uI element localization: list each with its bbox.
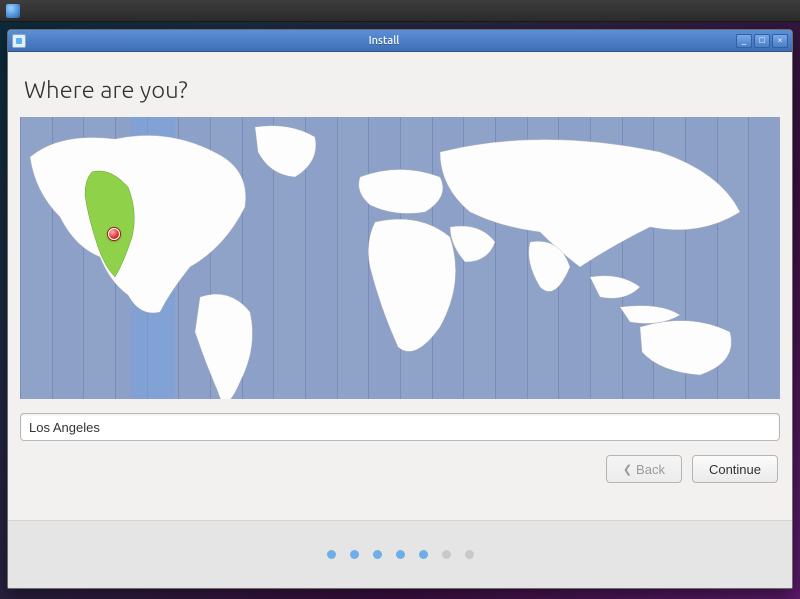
page-heading: Where are you? (24, 76, 780, 103)
system-menu-icon[interactable] (6, 4, 20, 18)
window-controls: _ □ × (736, 34, 788, 48)
app-icon (12, 34, 26, 48)
progress-dot (419, 550, 428, 559)
window-titlebar[interactable]: Install _ □ × (8, 30, 792, 52)
location-row (20, 413, 780, 441)
continue-button[interactable]: Continue (692, 455, 778, 483)
progress-dot (442, 550, 451, 559)
world-map-svg (20, 117, 780, 399)
installer-window: Install _ □ × Where are you? (7, 29, 793, 589)
progress-dot (327, 550, 336, 559)
window-title: Install (32, 35, 736, 47)
progress-dot (396, 550, 405, 559)
progress-dots (8, 520, 792, 588)
chevron-left-icon: ❮ (623, 463, 632, 476)
back-button[interactable]: ❮ Back (606, 455, 682, 483)
timezone-map[interactable] (20, 117, 780, 399)
location-pin-icon (108, 228, 120, 240)
desktop-menubar (0, 0, 800, 22)
close-button[interactable]: × (772, 34, 788, 48)
nav-buttons: ❮ Back Continue (20, 455, 780, 483)
progress-dot (350, 550, 359, 559)
maximize-button[interactable]: □ (754, 34, 770, 48)
progress-dot (373, 550, 382, 559)
installer-content: Where are you? (8, 52, 792, 520)
location-input[interactable] (20, 413, 780, 441)
minimize-button[interactable]: _ (736, 34, 752, 48)
progress-dot (465, 550, 474, 559)
